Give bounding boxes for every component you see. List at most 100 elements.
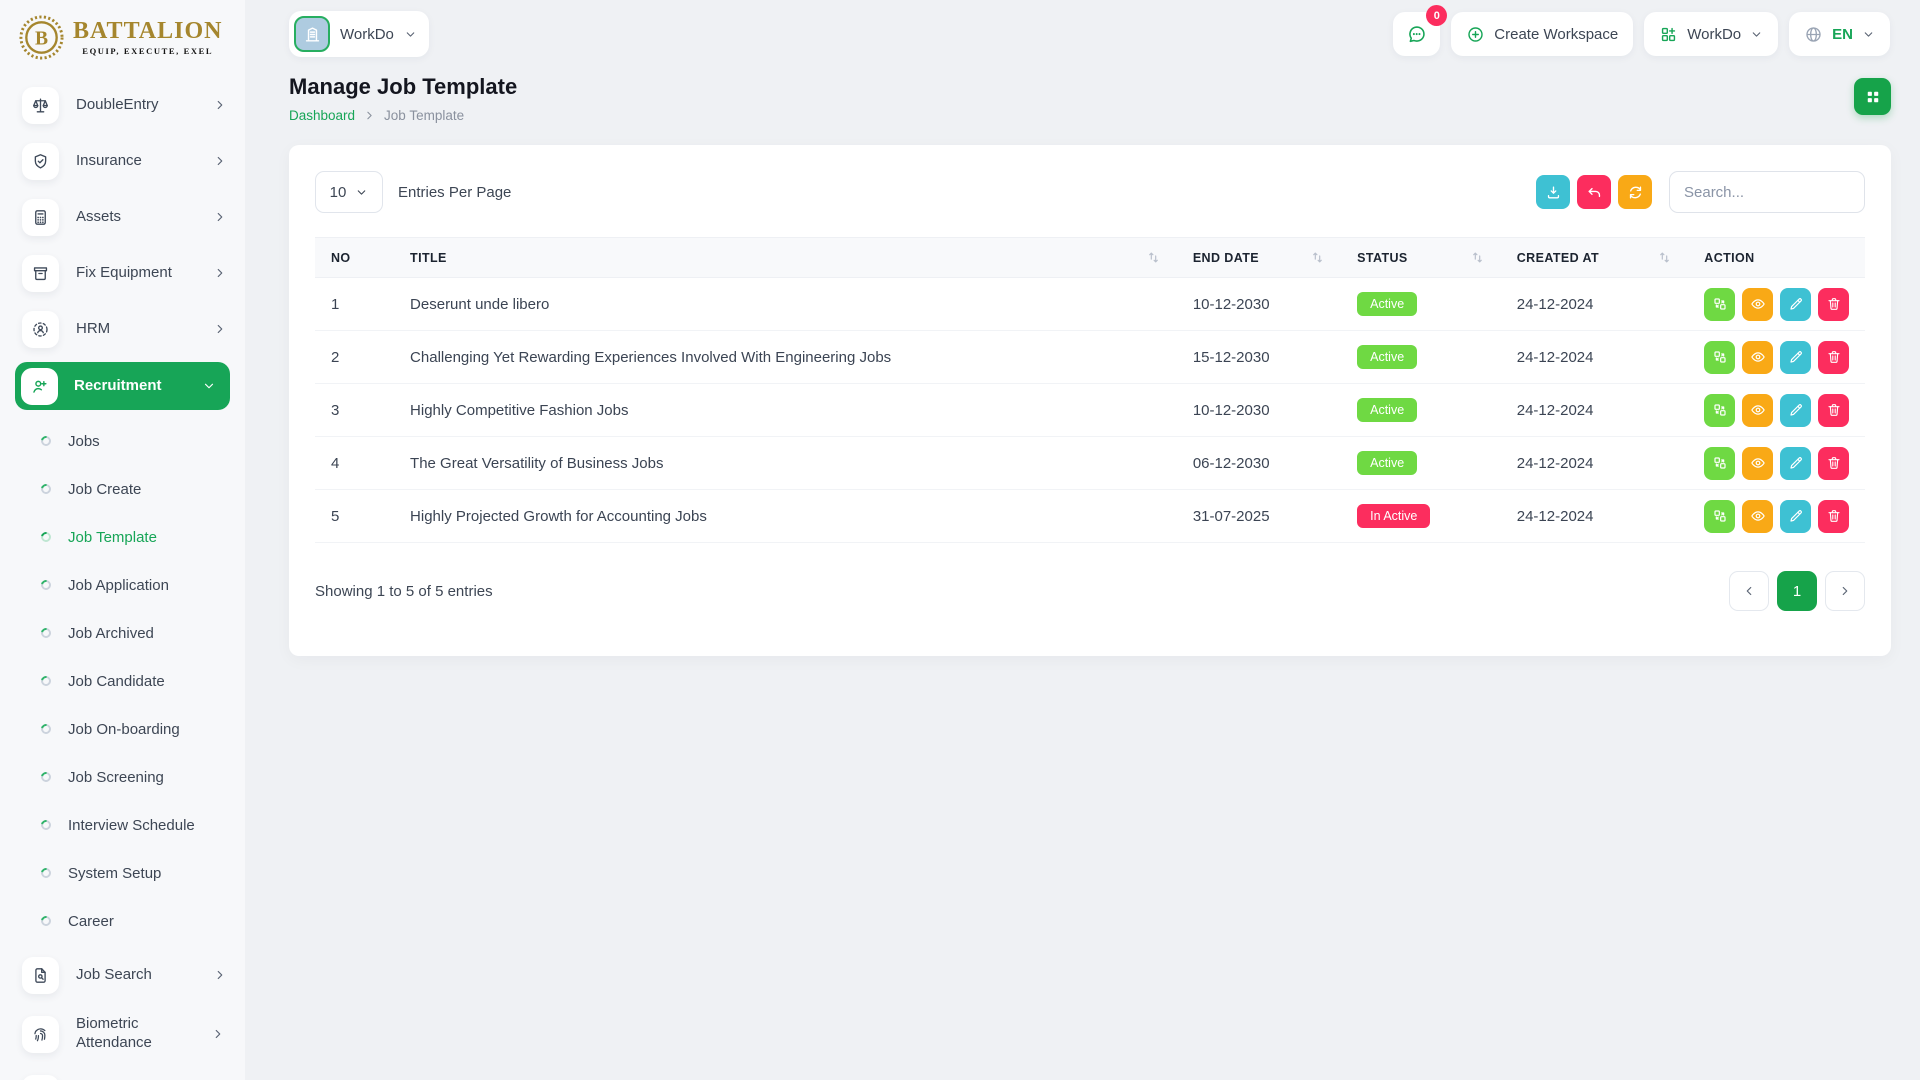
equipment-box-icon <box>22 255 59 292</box>
chevron-right-icon <box>213 266 227 280</box>
sidebar-item-insurance[interactable]: Insurance <box>0 133 245 189</box>
sidebar-item-label: Biometric Attendance <box>76 1015 194 1053</box>
page-title: Manage Job Template <box>289 74 517 100</box>
sidebar-item-job-search[interactable]: Job Search <box>0 947 245 1003</box>
trash-icon <box>1826 402 1842 418</box>
bullet-ring-icon <box>39 818 53 832</box>
column-header-title[interactable]: TITLE <box>394 238 1177 278</box>
cell-end-date: 06-12-2030 <box>1177 437 1341 490</box>
document-search-icon <box>22 957 59 994</box>
cell-no: 2 <box>315 331 394 384</box>
view-button[interactable] <box>1742 447 1773 480</box>
sidebar-item-biometric-attendance[interactable]: Biometric Attendance <box>0 1003 245 1065</box>
entries-per-page-select[interactable]: 10 <box>315 171 383 213</box>
fingerprint-icon <box>22 1016 59 1053</box>
reset-button[interactable] <box>1577 175 1611 209</box>
convert-button[interactable] <box>1704 341 1735 374</box>
sidebar-item-job-onboarding[interactable]: Job On-boarding <box>0 705 245 753</box>
convert-button[interactable] <box>1704 288 1735 321</box>
bullet-ring-icon <box>39 530 53 544</box>
sidebar-item-recruitment[interactable]: Recruitment <box>15 362 230 410</box>
eye-icon <box>1750 402 1766 418</box>
cell-created-at: 24-12-2024 <box>1501 331 1689 384</box>
edit-button[interactable] <box>1780 447 1811 480</box>
sidebar-item-jobs[interactable]: Jobs <box>0 417 245 465</box>
pagination-prev-button[interactable] <box>1729 571 1769 611</box>
edit-button[interactable] <box>1780 341 1811 374</box>
status-badge: Active <box>1357 398 1417 422</box>
pencil-icon <box>1788 296 1804 312</box>
edit-button[interactable] <box>1780 500 1811 533</box>
sort-icon[interactable] <box>1146 250 1161 265</box>
view-button[interactable] <box>1742 288 1773 321</box>
main-area: WorkDo 0 Create Workspace WorkDo <box>245 0 1920 1080</box>
language-selector[interactable]: EN <box>1789 12 1890 56</box>
calculator-icon <box>22 199 59 236</box>
status-badge: In Active <box>1357 504 1430 528</box>
sidebar-item-label: Fix Equipment <box>76 264 196 283</box>
pencil-icon <box>1788 402 1804 418</box>
workspace-selector[interactable]: WorkDo <box>289 11 429 57</box>
convert-icon <box>1712 296 1728 312</box>
sidebar-item-fix-equipment[interactable]: Fix Equipment <box>0 245 245 301</box>
column-header-end-date[interactable]: END DATE <box>1177 238 1341 278</box>
brand-logo[interactable]: BATTALION EQUIP, EXECUTE, EXEL <box>0 0 245 71</box>
reload-button[interactable] <box>1618 175 1652 209</box>
pencil-icon <box>1788 455 1804 471</box>
create-workspace-button[interactable]: Create Workspace <box>1451 12 1633 56</box>
delete-button[interactable] <box>1818 394 1849 427</box>
column-header-status[interactable]: STATUS <box>1341 238 1501 278</box>
table-row: 5 Highly Projected Growth for Accounting… <box>315 490 1865 543</box>
chevron-down-icon <box>355 186 368 199</box>
bullet-ring-icon <box>39 626 53 640</box>
delete-button[interactable] <box>1818 288 1849 321</box>
bullet-ring-icon <box>39 578 53 592</box>
sidebar-item-system-setup[interactable]: System Setup <box>0 849 245 897</box>
table-row: 1 Deserunt unde libero 10-12-2030 Active… <box>315 278 1865 331</box>
sort-icon[interactable] <box>1470 250 1485 265</box>
convert-icon <box>1712 349 1728 365</box>
bullet-ring-icon <box>39 770 53 784</box>
delete-button[interactable] <box>1818 447 1849 480</box>
delete-button[interactable] <box>1818 341 1849 374</box>
sidebar-item-job-template[interactable]: Job Template <box>0 513 245 561</box>
sidebar-item-doubleentry[interactable]: DoubleEntry <box>0 77 245 133</box>
view-button[interactable] <box>1742 394 1773 427</box>
convert-button[interactable] <box>1704 394 1735 427</box>
cell-title: The Great Versatility of Business Jobs <box>394 437 1177 490</box>
convert-button[interactable] <box>1704 447 1735 480</box>
edit-button[interactable] <box>1780 288 1811 321</box>
sidebar-item-career[interactable]: Career <box>0 897 245 945</box>
pagination-page-1[interactable]: 1 <box>1777 571 1817 611</box>
sidebar-item-hrm[interactable]: HRM <box>0 301 245 357</box>
sort-icon[interactable] <box>1657 250 1672 265</box>
grid-view-button[interactable] <box>1854 78 1891 115</box>
sidebar-item-job-application[interactable]: Job Application <box>0 561 245 609</box>
sort-icon[interactable] <box>1310 250 1325 265</box>
view-button[interactable] <box>1742 341 1773 374</box>
edit-button[interactable] <box>1780 394 1811 427</box>
convert-button[interactable] <box>1704 500 1735 533</box>
column-header-no[interactable]: NO <box>315 238 394 278</box>
eye-icon <box>1750 349 1766 365</box>
sidebar-item-job-screening[interactable]: Job Screening <box>0 753 245 801</box>
workspace-menu-button[interactable]: WorkDo <box>1644 12 1778 56</box>
pagination-next-button[interactable] <box>1825 571 1865 611</box>
search-input[interactable] <box>1669 171 1865 213</box>
chevron-down-icon <box>1750 28 1763 41</box>
app-root: BATTALION EQUIP, EXECUTE, EXEL DoubleEnt… <box>0 0 1920 1080</box>
delete-button[interactable] <box>1818 500 1849 533</box>
sidebar-item-job-candidate[interactable]: Job Candidate <box>0 657 245 705</box>
chevron-right-icon <box>213 210 227 224</box>
sidebar-item-assets[interactable]: Assets <box>0 189 245 245</box>
export-button[interactable] <box>1536 175 1570 209</box>
sidebar-item-job-archived[interactable]: Job Archived <box>0 609 245 657</box>
sidebar-item-clipped[interactable] <box>0 1065 245 1080</box>
sidebar-item-job-create[interactable]: Job Create <box>0 465 245 513</box>
view-button[interactable] <box>1742 500 1773 533</box>
job-template-table: NO TITLE END DATE STATUS CREATED AT ACTI… <box>315 237 1865 543</box>
breadcrumb-dashboard-link[interactable]: Dashboard <box>289 108 355 123</box>
sidebar-item-interview-schedule[interactable]: Interview Schedule <box>0 801 245 849</box>
messages-button[interactable]: 0 <box>1393 12 1440 56</box>
column-header-created-at[interactable]: CREATED AT <box>1501 238 1689 278</box>
